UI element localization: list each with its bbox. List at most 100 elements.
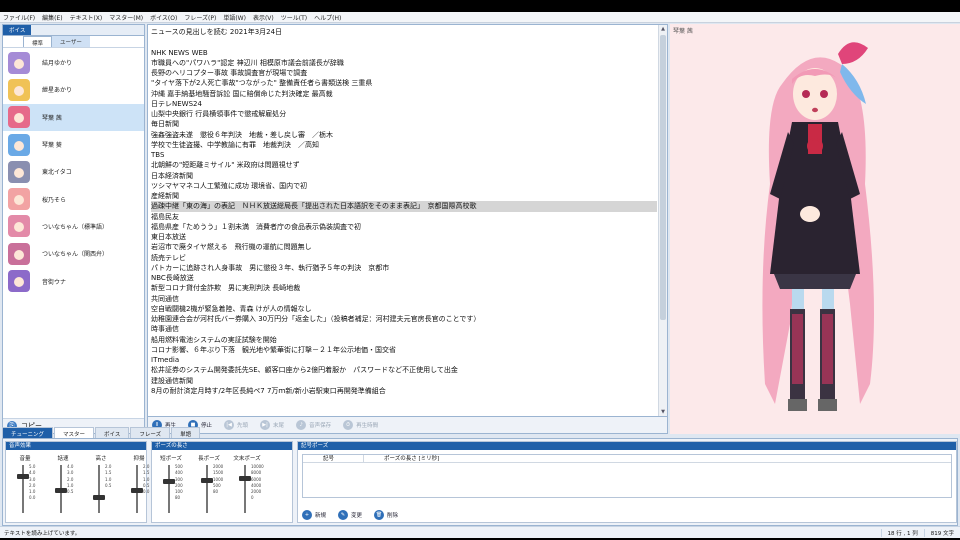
menu-item[interactable]: 編集(E) xyxy=(42,13,62,22)
tuning-tab[interactable]: 単語 xyxy=(171,427,201,438)
scroll-up-icon[interactable]: ▲ xyxy=(659,25,667,33)
character-item[interactable]: 東北イタコ xyxy=(3,158,144,185)
editor-line[interactable]: 毎日新聞 xyxy=(151,119,657,129)
slider-knob[interactable] xyxy=(239,476,251,482)
editor-line[interactable] xyxy=(151,37,657,47)
editor-line[interactable]: 建設通信新聞 xyxy=(151,376,657,386)
tuning-tab[interactable]: マスター xyxy=(54,427,95,438)
editor-line[interactable]: 福島県産「ためうう」１割未満 消費者庁の食品表示偽装調査で初 xyxy=(151,222,657,232)
slider-knob[interactable] xyxy=(17,474,29,479)
editor-line[interactable]: ITmedia xyxy=(151,355,657,365)
delete-button[interactable]: 🗑 削除 xyxy=(374,510,398,520)
editor-line[interactable]: 北朝鮮の"短距離ミサイル" 米政府は問題視せず xyxy=(151,160,657,170)
character-name: 紲星あかり xyxy=(42,87,73,95)
character-item[interactable]: 琴葉 茜 xyxy=(3,103,144,131)
slider-track[interactable] xyxy=(98,465,100,513)
tuning-tab[interactable]: ボイス xyxy=(95,427,130,438)
editor-line[interactable]: 8月の耐計済定月時す/2年区長純ペ7 7万ｍ新/新小岩駅東口再開発準備組合 xyxy=(151,386,657,396)
subtab-standard[interactable]: 標準 xyxy=(23,36,53,47)
editor-line[interactable]: 日本経済新聞 xyxy=(151,171,657,181)
column-pause-length[interactable]: ポーズの長さ [ミリ秒] xyxy=(363,455,463,462)
menu-item[interactable]: ファイル(F) xyxy=(3,13,35,22)
editor-line[interactable]: 松井証券のシステム開発委託先SE、顧客口座から2億円着服か パスワードなど不正使… xyxy=(151,365,657,375)
slider-knob[interactable] xyxy=(93,495,105,501)
editor-scrollbar[interactable]: ▲ ▼ xyxy=(658,25,667,416)
character-item[interactable]: 琴葉 葵 xyxy=(3,131,144,158)
editor-line[interactable]: 東日本放送 xyxy=(151,232,657,242)
slider-pauses[interactable]: 長ポーズ 2000 1500 1000 500 80 xyxy=(194,454,228,522)
menu-item[interactable]: マスター(M) xyxy=(109,13,143,22)
subtab-user[interactable]: ユーザー xyxy=(52,36,90,47)
slider-knob[interactable] xyxy=(163,478,175,484)
editor-line[interactable]: TBS xyxy=(151,150,657,160)
slider-track[interactable] xyxy=(244,465,246,513)
character-item[interactable]: 結月ゆかり xyxy=(3,49,144,76)
character-item[interactable]: 音街ウナ xyxy=(3,267,144,294)
editor-line[interactable]: NHK NEWS WEB xyxy=(151,48,657,58)
scroll-down-icon[interactable]: ▼ xyxy=(659,408,667,416)
pause-group: ポーズの長さ 短ポーズ 500 400 300 200 100 80 長ポーズ 2000 1500… xyxy=(151,441,293,523)
editor-line[interactable]: 日テレNEWS24 xyxy=(151,99,657,109)
slider-pauses[interactable]: 短ポーズ 500 400 300 200 100 80 xyxy=(156,454,190,522)
editor-line[interactable]: 福島民友 xyxy=(151,212,657,222)
slider-label: 短ポーズ xyxy=(160,456,182,462)
slider-effects[interactable]: 高さ 2.0 1.5 1.0 0.5 xyxy=(86,454,120,522)
editor-line[interactable]: 読売テレビ xyxy=(151,253,657,263)
symbol-pause-table[interactable]: 記号 ポーズの長さ [ミリ秒] xyxy=(302,454,952,498)
editor-line[interactable]: 船用燃料電池システムの実証試験を開始 xyxy=(151,335,657,345)
slider-label: 長ポーズ xyxy=(198,456,220,462)
column-symbol[interactable]: 記号 xyxy=(303,455,363,462)
character-item[interactable]: 紲星あかり xyxy=(3,76,144,103)
slider-label: 抑揚 xyxy=(133,456,145,462)
slider-effects[interactable]: 話速 4.0 3.0 2.0 1.0 0.5 xyxy=(48,454,82,522)
character-item[interactable]: ついなちゃん（関西弁） xyxy=(3,240,144,267)
slider-track[interactable] xyxy=(168,465,170,513)
tick-label: 3.0 xyxy=(67,470,74,476)
editor-line[interactable]: "タイヤ落下が2人死亡事故"つながった" 整備責任者ら書類送検 三重県 xyxy=(151,78,657,88)
editor-line[interactable]: 産経新聞 xyxy=(151,191,657,201)
slider-knob[interactable] xyxy=(55,487,67,493)
editor-line[interactable]: 時事通信 xyxy=(151,324,657,334)
tab-voice[interactable]: ボイス xyxy=(3,25,32,35)
new-button[interactable]: + 新規 xyxy=(302,510,326,520)
slider-track[interactable] xyxy=(206,465,208,513)
menu-item[interactable]: 単語(W) xyxy=(223,13,246,22)
editor-line[interactable]: 岩沼市で廃タイヤ燃える 飛行機の運航に問題無し xyxy=(151,242,657,252)
menu-item[interactable]: ヘルプ(H) xyxy=(314,13,341,22)
slider-knob[interactable] xyxy=(201,477,213,483)
tuning-tab[interactable]: フレーズ xyxy=(130,427,171,438)
editor-line[interactable]: 長野のヘリコプター事故 事故調査官が現場で調査 xyxy=(151,68,657,78)
editor-line[interactable]: 幼稚園連合会が河村氏バー券購入 30万円分「返金した」（投稿者補足：河村建夫元官… xyxy=(151,314,657,324)
character-item[interactable]: ついなちゃん（標準語） xyxy=(3,213,144,240)
edit-button[interactable]: ✎ 変更 xyxy=(338,510,362,520)
menu-item[interactable]: ボイス(O) xyxy=(150,13,177,22)
tick-label: 1.0 xyxy=(143,476,150,482)
editor-line[interactable]: コロナ影響、６年ぶり下落 観光地や繁華街に打撃－２１年公示地価・国交省 xyxy=(151,345,657,355)
editor-line[interactable]: ニュースの見出しを読む 2021年3月24日 xyxy=(151,27,657,37)
slider-effects[interactable]: 音量 5.0 4.0 3.0 2.0 1.0 0.0 xyxy=(10,454,44,522)
character-item[interactable]: 桜乃そら xyxy=(3,185,144,212)
editor-line[interactable]: 学校で生徒盗撮、中学教諭に有罪 地裁判決 ／高知 xyxy=(151,140,657,150)
editor-line[interactable]: 山梨中央銀行 行員横領事件で懲戒解雇処分 xyxy=(151,109,657,119)
menu-item[interactable]: フレーズ(P) xyxy=(184,13,216,22)
editor-line[interactable]: 過疎中継「東の海」の表記 ＮＨＫ放送総局長「提出された日本語訳をそのまま表記」 … xyxy=(151,201,657,212)
menu-item[interactable]: ツール(T) xyxy=(281,13,307,22)
editor-line[interactable]: パトカーに追跡され人身事故 男に懲役３年、執行猶予５年の判決 京都市 xyxy=(151,263,657,273)
editor-line[interactable]: 強姦強盗未遂 懲役６年判決 地裁・差し戻し審 ／栃木 xyxy=(151,130,657,140)
editor-line[interactable]: 市職員への"パワハラ"認定 神辺川 相模原市議会前議長が辞職 xyxy=(151,58,657,68)
menu-item[interactable]: 表示(V) xyxy=(253,13,274,22)
scroll-thumb[interactable] xyxy=(660,35,666,320)
editor-line[interactable]: 沖縄 嘉手納基地騒音訴訟 国に賠償命じた判決確定 最高裁 xyxy=(151,89,657,99)
slider-knob[interactable] xyxy=(131,487,143,493)
tick-label: 0.5 xyxy=(105,482,112,488)
editor-line[interactable]: NBC長崎放送 xyxy=(151,273,657,283)
slider-track[interactable] xyxy=(22,465,24,513)
editor-line[interactable]: 共同通信 xyxy=(151,294,657,304)
menu-item[interactable]: テキスト(X) xyxy=(70,13,103,22)
text-editor[interactable]: ニュースの見出しを読む 2021年3月24日 NHK NEWS WEB 市職員への"… xyxy=(147,24,668,417)
editor-line[interactable]: 空自戦闘機2機が緊急着陸、青森 けが人の情報なし xyxy=(151,304,657,314)
editor-line[interactable]: ツシマヤマネコ人工繁殖に成功 環境省、国内で初 xyxy=(151,181,657,191)
editor-line[interactable]: 新型コロナ貸付金詐欺 男に実刑判決 長崎地裁 xyxy=(151,283,657,293)
slider-pauses[interactable]: 文末ポーズ 10000 8000 6000 4000 2000 0 xyxy=(232,454,266,522)
editor-lines[interactable]: ニュースの見出しを読む 2021年3月24日 NHK NEWS WEB 市職員への"… xyxy=(151,27,657,396)
